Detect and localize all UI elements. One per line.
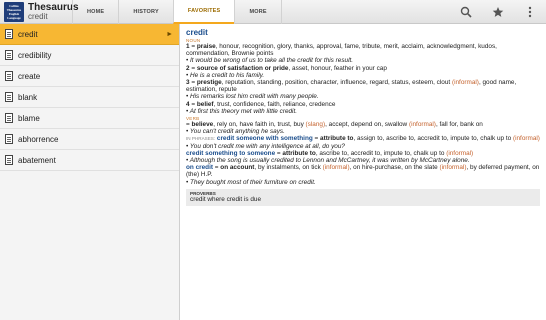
collins-logo[interactable]: Collins Thesaurus English Language xyxy=(4,2,24,22)
example-sentence: • You don't credit me with any intellige… xyxy=(186,142,345,150)
list-item-label: blame xyxy=(18,113,40,123)
register-label: (slang) xyxy=(305,121,326,129)
register-label: (informal) xyxy=(322,164,350,172)
phrase-heading: credit someone with something xyxy=(215,135,313,143)
document-icon xyxy=(5,71,13,81)
phrases-label: IN PHRASES: xyxy=(186,136,216,142)
logo-text: Collins Thesaurus English Language xyxy=(6,4,22,20)
synonym-link[interactable]: on account xyxy=(219,164,254,171)
register-label: (informal) xyxy=(408,121,436,129)
example-sentence: • You can't credit anything he says. xyxy=(186,128,285,136)
app-subtitle: credit xyxy=(28,12,48,21)
sense-4: 4 = belief, trust, confidence, faith, re… xyxy=(186,100,336,108)
phrase-3: on credit = on account, by instalments, … xyxy=(186,164,540,179)
list-item-abhorrence[interactable]: abhorrence xyxy=(0,129,179,150)
document-icon xyxy=(5,134,13,144)
synonym-link[interactable]: source of satisfaction or pride xyxy=(197,65,289,72)
list-item-label: credit xyxy=(18,29,38,39)
proverb-text: credit where credit is due xyxy=(190,195,262,203)
sense-2: 2 = source of satisfaction or pride, ass… xyxy=(186,64,387,72)
entry-panel: credit NOUN 1 = praise, honour, recognit… xyxy=(181,24,546,320)
list-item-label: blank xyxy=(18,92,38,102)
proverbs-box: PROVERBS credit where credit is due xyxy=(186,188,540,207)
synonym-link[interactable]: attribute to xyxy=(318,135,353,142)
document-icon xyxy=(5,29,13,39)
tab-home[interactable]: HOME xyxy=(72,0,118,24)
list-item-label: credibility xyxy=(18,50,52,60)
tab-favorites[interactable]: FAVORITES xyxy=(172,0,235,24)
list-item-label: create xyxy=(18,71,41,81)
document-icon xyxy=(5,155,13,165)
synonym-link[interactable]: believe xyxy=(192,121,214,128)
register-label: (informal) xyxy=(512,135,540,143)
list-item-label: abhorrence xyxy=(18,134,59,144)
phrase-heading: on credit xyxy=(186,164,213,172)
tab-more[interactable]: MORE xyxy=(234,0,282,24)
sense-3: 3 = prestige, reputation, standing, posi… xyxy=(186,79,517,94)
selected-arrow-icon: ► xyxy=(166,30,173,38)
overflow-menu-icon[interactable] xyxy=(514,0,546,24)
example-sentence: • They bought most of their furniture on… xyxy=(186,178,316,186)
example-sentence: • It would be wrong of us to take all th… xyxy=(186,57,354,65)
document-icon xyxy=(5,92,13,102)
register-label: (informal) xyxy=(451,79,479,87)
phrase-heading: credit something to someone xyxy=(186,149,276,157)
list-item-blank[interactable]: blank xyxy=(0,87,179,108)
phrase-1: IN PHRASES: credit someone with somethin… xyxy=(186,135,540,143)
synonym-link[interactable]: belief xyxy=(197,101,214,108)
verb-sense-1: = believe, rely on, have faith in, trust… xyxy=(186,121,483,129)
list-item-label: abatement xyxy=(18,155,56,165)
document-icon xyxy=(5,113,13,123)
entry-headword: credit xyxy=(186,28,208,37)
register-label: (informal) xyxy=(446,149,474,157)
sense-1: 1 = praise, honour, recognition, glory, … xyxy=(186,43,497,58)
list-item-credibility[interactable]: credibility xyxy=(0,45,179,66)
document-icon xyxy=(5,50,13,60)
example-sentence: • Although the song is usually credited … xyxy=(186,157,470,165)
list-item-create[interactable]: create xyxy=(0,66,179,87)
register-label: (informal) xyxy=(439,164,467,172)
tab-history[interactable]: HISTORY xyxy=(118,0,173,24)
synonym-link[interactable]: prestige xyxy=(197,79,222,86)
example-sentence: • At first this theory met with little c… xyxy=(186,107,298,115)
tab-bar: HOME HISTORY FAVORITES MORE xyxy=(72,0,282,24)
phrase-2: credit something to someone = attribute … xyxy=(186,149,474,157)
synonym-link[interactable]: praise xyxy=(197,43,216,50)
action-bar: Collins Thesaurus English Language Thesa… xyxy=(0,0,546,24)
favorites-list: credit ► credibility create blank blame … xyxy=(0,24,180,320)
list-item-abatement[interactable]: abatement xyxy=(0,150,179,171)
example-sentence: • He is a credit to his family. xyxy=(186,71,265,79)
list-item-credit[interactable]: credit ► xyxy=(0,24,179,45)
synonym-link[interactable]: attribute to xyxy=(281,150,315,157)
list-item-blame[interactable]: blame xyxy=(0,108,179,129)
example-sentence: • His remarks lost him credit with many … xyxy=(186,93,319,101)
search-icon[interactable] xyxy=(450,0,482,24)
star-icon[interactable] xyxy=(482,0,514,24)
action-icons xyxy=(450,0,546,24)
